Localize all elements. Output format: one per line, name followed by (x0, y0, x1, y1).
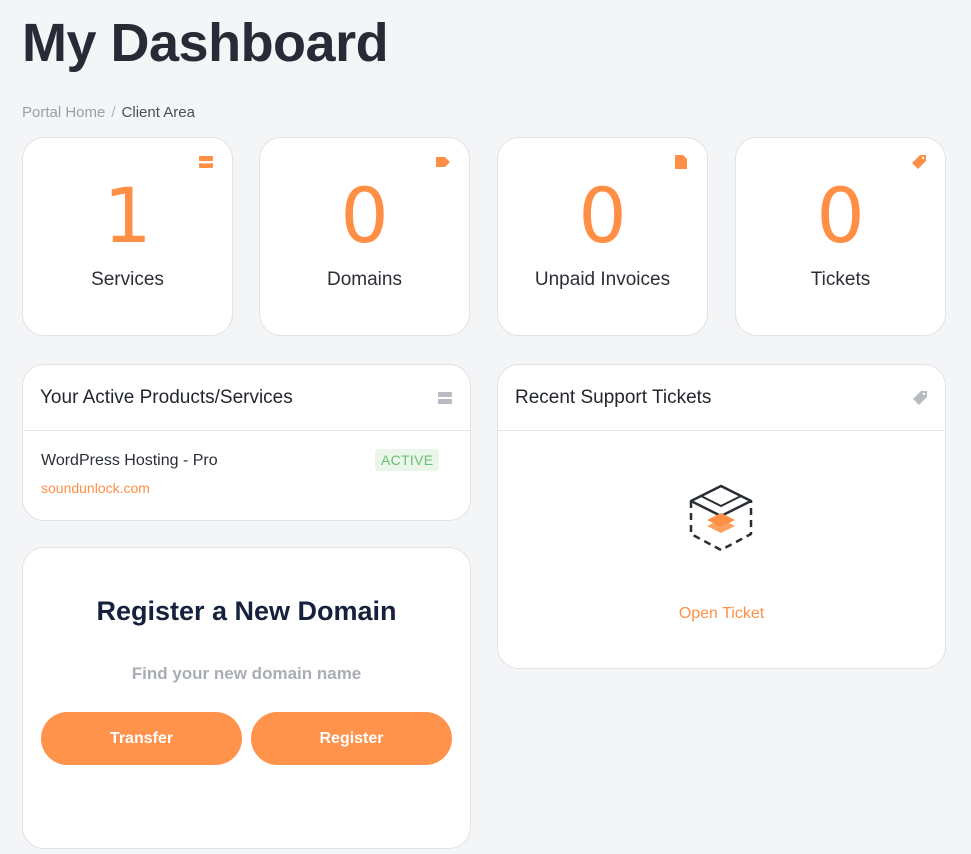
register-domain-panel: Register a New Domain Find your new doma… (22, 547, 471, 849)
active-products-panel: Your Active Products/Services WordPress … (22, 364, 471, 521)
stat-tile-domains[interactable]: 0 Domains (259, 137, 470, 336)
breadcrumb-separator: / (111, 104, 116, 121)
domain-search-input[interactable]: Find your new domain name (23, 664, 470, 684)
open-ticket-link[interactable]: Open Ticket (498, 605, 945, 623)
recent-tickets-panel: Recent Support Tickets Open Ticket (497, 364, 946, 669)
service-domain-link[interactable]: soundunlock.com (41, 480, 150, 496)
stat-label: Services (91, 269, 164, 290)
breadcrumb-home-link[interactable]: Portal Home (22, 104, 105, 121)
panel-header: Your Active Products/Services (23, 365, 470, 431)
service-name[interactable]: WordPress Hosting - Pro (41, 452, 218, 470)
breadcrumb-current: Client Area (121, 104, 195, 121)
stat-value: 0 (816, 171, 865, 260)
open-envelope-icon (689, 484, 753, 552)
ticket-icon (912, 155, 926, 169)
stat-label: Tickets (810, 269, 871, 290)
panel-title: Recent Support Tickets (515, 386, 712, 408)
stat-label: Domains (327, 269, 402, 290)
status-badge: ACTIVE (375, 449, 440, 471)
document-icon (675, 155, 687, 169)
breadcrumb: Portal Home / Client Area (22, 104, 195, 121)
stat-label: Unpaid Invoices (534, 269, 671, 290)
stat-tile-services[interactable]: 1 Services (22, 137, 233, 336)
register-button[interactable]: Register (251, 712, 452, 765)
stat-value: 0 (578, 171, 627, 260)
stat-value: 0 (340, 171, 389, 260)
panel-header: Recent Support Tickets (498, 365, 945, 431)
transfer-button[interactable]: Transfer (41, 712, 242, 765)
page-title: My Dashboard (22, 13, 389, 73)
tag-icon (913, 390, 927, 405)
stat-tile-tickets[interactable]: 0 Tickets (735, 137, 946, 336)
stat-value: 1 (103, 171, 152, 260)
server-icon (199, 156, 213, 168)
server-icon (438, 391, 452, 404)
stat-tile-unpaid-invoices[interactable]: 0 Unpaid Invoices (497, 137, 708, 336)
panel-title: Your Active Products/Services (40, 386, 293, 408)
tag-icon (436, 157, 450, 167)
register-domain-title: Register a New Domain (96, 596, 397, 626)
